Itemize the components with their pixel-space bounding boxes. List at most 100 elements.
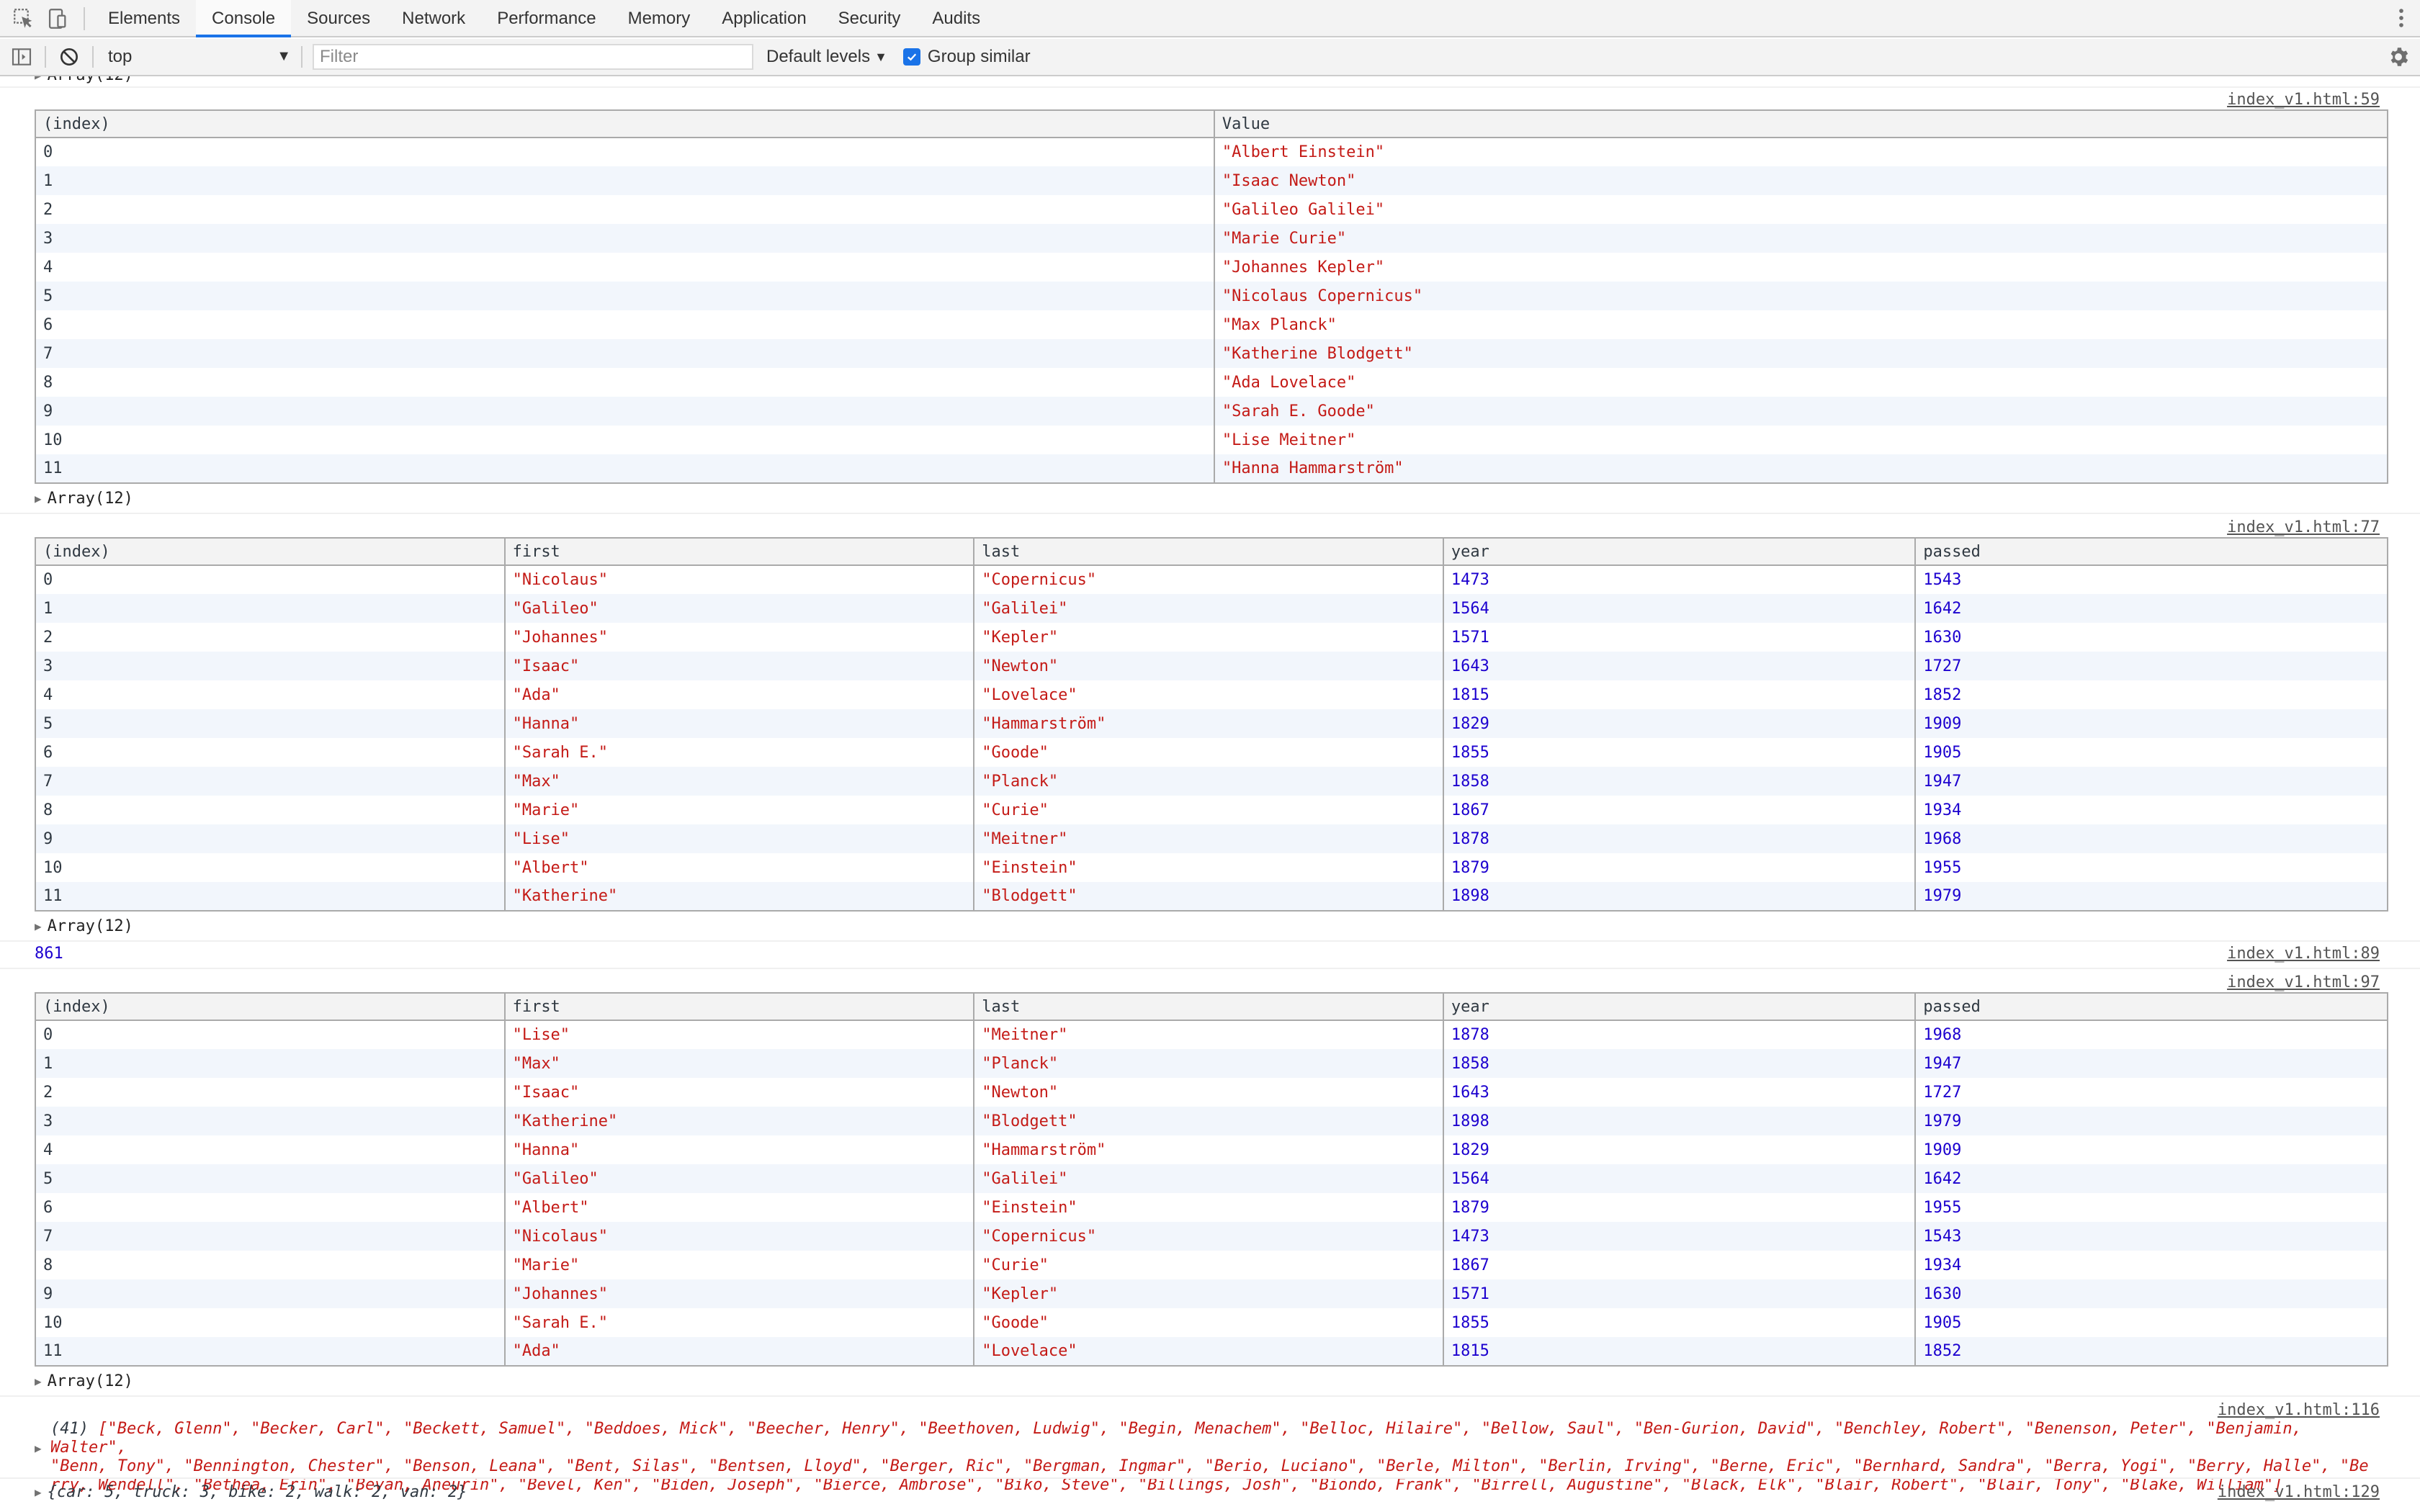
source-link[interactable]: index_v1.html:77 — [2227, 518, 2380, 536]
source-link[interactable]: index_v1.html:116 — [2218, 1401, 2380, 1419]
context-selector[interactable]: top ▼ — [99, 42, 295, 71]
expand-triangle-icon[interactable]: ▶ — [35, 1374, 42, 1388]
table-row: 11 "Katherine" "Blodgett" 1898 1979 — [35, 882, 2388, 911]
array-summary[interactable]: ▶ Array(12) — [35, 917, 133, 935]
table-row: 0 "Lise" "Meitner" 1878 1968 — [35, 1020, 2388, 1049]
table-header-cell[interactable]: passed — [1914, 992, 2388, 1021]
console-table-sorted: (index) first last year passed 0 "Lise" "M… — [35, 992, 2388, 1367]
last-cell: "Curie" — [973, 796, 1444, 824]
table-header-cell[interactable]: year — [1442, 537, 1917, 566]
passed-cell: 1630 — [1914, 1279, 2388, 1308]
passed-cell: 1955 — [1914, 853, 2388, 882]
tab-console[interactable]: Console — [196, 0, 292, 37]
tab-audits[interactable]: Audits — [916, 0, 996, 37]
source-link[interactable]: index_v1.html:89 — [2227, 945, 2380, 963]
table-row: 9 "Johannes" "Kepler" 1571 1630 — [35, 1279, 2388, 1308]
index-cell: 7 — [35, 339, 1215, 368]
message-separator — [0, 513, 2420, 514]
year-cell: 1858 — [1442, 767, 1917, 796]
passed-cell: 1630 — [1914, 623, 2388, 652]
first-cell: "Hanna" — [503, 709, 975, 738]
last-cell: "Curie" — [973, 1251, 1444, 1279]
year-cell: 1643 — [1442, 652, 1917, 680]
table-header-cell[interactable]: first — [503, 537, 975, 566]
index-cell: 9 — [35, 824, 506, 853]
table-row: 6 "Max Planck" — [35, 310, 2389, 339]
source-link[interactable]: index_v1.html:97 — [2227, 973, 2380, 991]
index-cell: 2 — [35, 1078, 506, 1107]
table-header-cell[interactable]: last — [973, 992, 1444, 1021]
year-cell: 1564 — [1442, 1164, 1917, 1193]
expand-triangle-icon[interactable]: ▶ — [35, 492, 42, 505]
index-cell: 1 — [35, 1049, 506, 1078]
log-levels-dropdown[interactable]: Default levels ▼ — [766, 47, 887, 67]
more-options-icon[interactable] — [2383, 0, 2420, 36]
expand-triangle-icon[interactable]: ▶ — [35, 919, 42, 933]
table-header-cell[interactable]: (index) — [35, 109, 1215, 138]
expand-triangle-icon[interactable]: ▶ — [35, 76, 42, 82]
index-cell: 11 — [35, 454, 1215, 483]
table-row: 3 "Isaac" "Newton" 1643 1727 — [35, 652, 2388, 680]
group-similar-toggle[interactable]: Group similar — [902, 47, 1031, 67]
tab-sources[interactable]: Sources — [291, 0, 386, 37]
index-cell: 3 — [35, 652, 506, 680]
console-settings-gear-icon[interactable] — [2377, 38, 2420, 76]
year-cell: 1898 — [1442, 1107, 1917, 1135]
table-header-cell[interactable]: last — [973, 537, 1444, 566]
group-similar-checkbox[interactable] — [902, 48, 920, 66]
source-link[interactable]: index_v1.html:59 — [2227, 91, 2380, 109]
table-header-cell[interactable]: Value — [1213, 109, 2389, 138]
last-cell: "Meitner" — [973, 824, 1444, 853]
tab-performance[interactable]: Performance — [481, 0, 611, 37]
table-header-cell[interactable]: passed — [1914, 537, 2388, 566]
show-sidebar-icon[interactable] — [4, 38, 39, 76]
array-summary[interactable]: ▶ Array(12) — [35, 490, 133, 508]
passed-cell: 1909 — [1914, 709, 2388, 738]
index-cell: 5 — [35, 1164, 506, 1193]
first-cell: "Lise" — [503, 1020, 975, 1049]
tab-application[interactable]: Application — [706, 0, 822, 37]
year-cell: 1815 — [1442, 1337, 1917, 1366]
inspect-element-icon[interactable] — [7, 0, 40, 37]
source-link[interactable]: index_v1.html:129 — [2218, 1483, 2380, 1501]
last-cell: "Planck" — [973, 767, 1444, 796]
passed-cell: 1727 — [1914, 1078, 2388, 1107]
passed-cell: 1905 — [1914, 738, 2388, 767]
table-header-cell[interactable]: year — [1442, 992, 1917, 1021]
expand-triangle-icon[interactable]: ▶ — [35, 1485, 42, 1499]
table-header-cell[interactable]: first — [503, 992, 975, 1021]
panel-tabs: Elements Console Sources Network Perform… — [92, 0, 996, 37]
index-cell: 3 — [35, 224, 1215, 253]
array-summary[interactable]: ▶ Array(12) — [35, 1372, 133, 1390]
last-cell: "Goode" — [973, 1308, 1444, 1337]
last-cell: "Lovelace" — [973, 1337, 1444, 1366]
tab-network[interactable]: Network — [386, 0, 481, 37]
filter-input[interactable] — [313, 44, 753, 70]
index-cell: 5 — [35, 709, 506, 738]
expand-triangle-icon[interactable]: ▶ — [35, 1441, 42, 1455]
long-array-line: "Benn, Tony", "Bennington, Chester", "Be… — [50, 1457, 2384, 1476]
passed-cell: 1934 — [1914, 1251, 2388, 1279]
passed-cell: 1968 — [1914, 824, 2388, 853]
table-header-cell[interactable]: (index) — [35, 537, 506, 566]
table-row: 5 "Nicolaus Copernicus" — [35, 282, 2389, 310]
index-cell: 4 — [35, 253, 1215, 282]
first-cell: "Marie" — [503, 1251, 975, 1279]
index-cell: 2 — [35, 623, 506, 652]
object-output[interactable]: ▶ {car: 5, truck: 3, bike: 2, walk: 2, v… — [35, 1483, 467, 1501]
tab-memory[interactable]: Memory — [612, 0, 707, 37]
array-summary-partial[interactable]: ▶ Array(12) — [35, 76, 133, 84]
tab-elements[interactable]: Elements — [92, 0, 196, 37]
console-table-scientists: (index) first last year passed 0 "Nicolau… — [35, 537, 2388, 912]
first-cell: "Johannes" — [503, 623, 975, 652]
last-cell: "Einstein" — [973, 1193, 1444, 1222]
year-cell: 1879 — [1442, 1193, 1917, 1222]
passed-cell: 1947 — [1914, 1049, 2388, 1078]
table-row: 10 "Lise Meitner" — [35, 426, 2389, 454]
tab-security[interactable]: Security — [823, 0, 917, 37]
last-cell: "Hammarström" — [973, 709, 1444, 738]
clear-console-icon[interactable] — [52, 38, 86, 76]
table-header-cell[interactable]: (index) — [35, 992, 506, 1021]
table-row: 3 "Katherine" "Blodgett" 1898 1979 — [35, 1107, 2388, 1135]
device-toolbar-icon[interactable] — [40, 0, 73, 37]
